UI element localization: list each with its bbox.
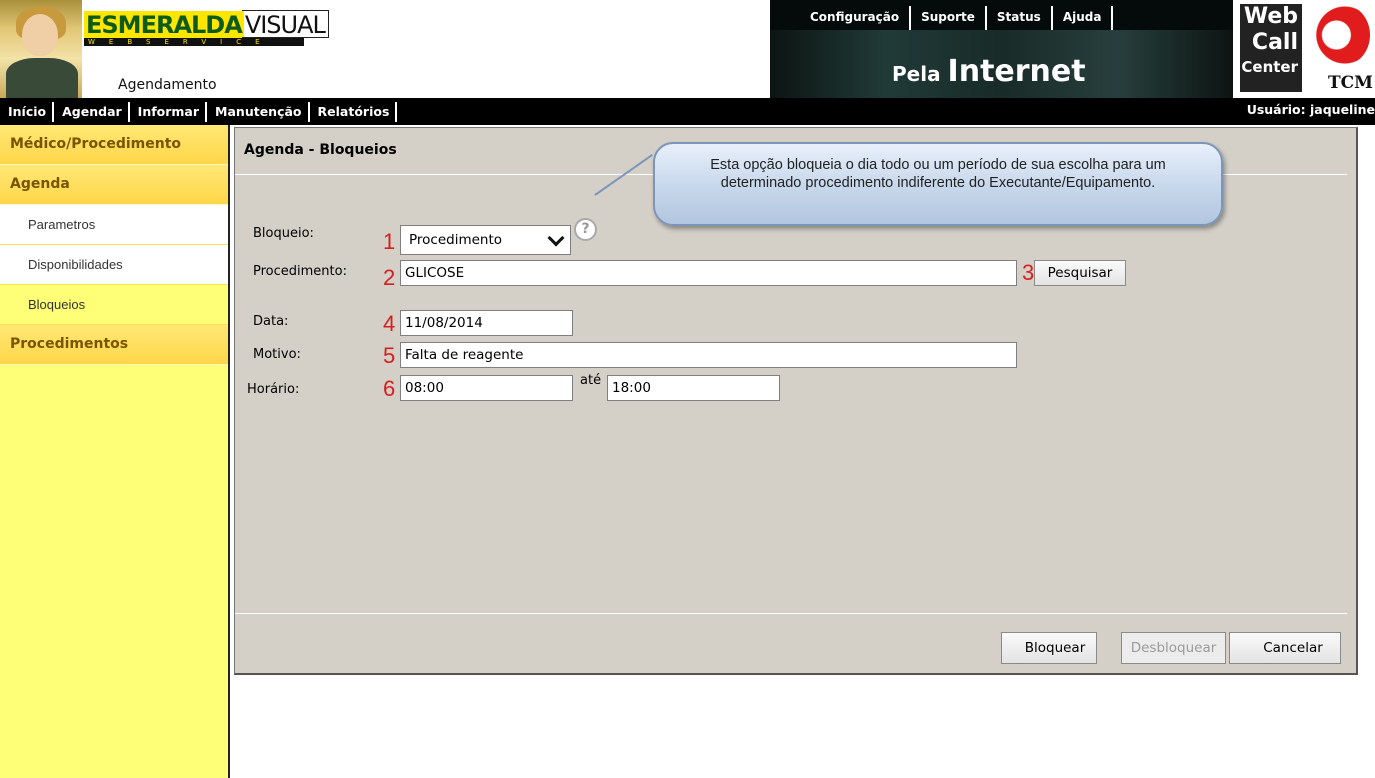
- brand-part2: VISUAL: [241, 10, 329, 39]
- marker-1: 1: [383, 229, 396, 254]
- motivo-field[interactable]: Falta de reagente: [400, 342, 1017, 368]
- banner-small: Pela: [892, 62, 941, 86]
- data-label: Data:: [253, 314, 289, 329]
- marker-4: 4: [383, 311, 396, 336]
- bloqueio-select[interactable]: Procedimento: [400, 225, 571, 255]
- brand-part1: ESMERALDA: [84, 11, 244, 39]
- webcall-center: Center: [1241, 58, 1298, 76]
- top-menu-ajuda[interactable]: Ajuda: [1053, 6, 1114, 30]
- sidebar-section-agenda[interactable]: Agenda: [0, 165, 228, 205]
- bloqueio-select-value: Procedimento: [409, 232, 503, 248]
- module-name: Agendamento: [118, 77, 217, 93]
- brand-logo: ESMERALDA VISUAL WEBSERVICE: [84, 10, 329, 48]
- marker-3: 3: [1022, 260, 1035, 285]
- sidebar-section-procedimentos[interactable]: Procedimentos: [0, 325, 228, 365]
- bloquear-label: Bloquear: [1024, 640, 1086, 656]
- sidebar-item-disponibilidades[interactable]: Disponibilidades: [0, 245, 228, 285]
- horario-inicio-field[interactable]: 08:00: [400, 375, 573, 401]
- content-panel: Agenda - Bloqueios Esta opção bloqueia o…: [234, 127, 1358, 675]
- marker-5: 5: [383, 343, 396, 368]
- bloqueio-label: Bloqueio:: [253, 226, 314, 241]
- banner-text: Pela Internet: [892, 54, 1086, 89]
- cancelar-button[interactable]: Cancelar: [1229, 632, 1341, 664]
- desbloquear-button[interactable]: Desbloquear: [1121, 632, 1226, 664]
- procedimento-field[interactable]: GLICOSE: [400, 260, 1017, 286]
- sidebar: Médico/Procedimento Agenda Parametros Di…: [0, 125, 230, 778]
- data-field[interactable]: 11/08/2014: [400, 310, 573, 336]
- webcall-web: Web: [1243, 4, 1298, 29]
- top-menu: Configuração Suporte Status Ajuda: [800, 6, 1114, 30]
- page-title: Agenda - Bloqueios: [244, 142, 397, 158]
- footer-divider: [235, 613, 1347, 614]
- top-menu-suporte[interactable]: Suporte: [911, 6, 987, 30]
- help-tooltip: Esta opção bloqueia o dia todo ou um per…: [653, 142, 1223, 226]
- nav-manutencao[interactable]: Manutenção: [207, 101, 310, 122]
- app-header: ESMERALDA VISUAL WEBSERVICE Agendamento P…: [0, 0, 1375, 98]
- nav-agendar[interactable]: Agendar: [54, 101, 130, 122]
- marker-6: 6: [383, 376, 396, 401]
- horario-fim-field[interactable]: 18:00: [607, 375, 780, 401]
- pesquisar-button[interactable]: Pesquisar: [1034, 260, 1126, 286]
- motivo-label: Motivo:: [253, 347, 301, 362]
- help-icon[interactable]: ?: [574, 218, 597, 241]
- cancelar-label: Cancelar: [1263, 640, 1323, 656]
- tcm-swirl-icon: [1314, 4, 1370, 66]
- logo-photo: [0, 0, 82, 98]
- chevron-down-icon: [547, 229, 565, 247]
- sidebar-item-parametros[interactable]: Parametros: [0, 205, 228, 245]
- nav-inicio[interactable]: Início: [0, 101, 55, 122]
- banner-big: Internet: [947, 54, 1086, 89]
- sidebar-item-bloqueios[interactable]: Bloqueios: [0, 285, 228, 325]
- ate-label: até: [580, 373, 602, 388]
- nav-informar[interactable]: Informar: [130, 101, 208, 122]
- webcall-logo: Web Call Center TCM: [1240, 0, 1375, 98]
- webcall-call: Call: [1251, 30, 1298, 55]
- top-menu-configuracao[interactable]: Configuração: [800, 6, 912, 30]
- tcm-label: TCM: [1328, 73, 1373, 93]
- horario-label: Horário:: [247, 382, 300, 397]
- marker-2: 2: [383, 265, 396, 290]
- main-nav: Início Agendar Informar Manutenção Relat…: [0, 98, 1375, 125]
- brand-stripe: WEBSERVICE: [84, 38, 304, 46]
- sidebar-section-medico-procedimento[interactable]: Médico/Procedimento: [0, 125, 228, 165]
- top-menu-status[interactable]: Status: [987, 6, 1053, 30]
- nav-relatorios[interactable]: Relatórios: [310, 101, 398, 122]
- user-label: Usuário: jaqueline: [1246, 102, 1375, 117]
- procedimento-label: Procedimento:: [253, 264, 347, 279]
- bloquear-button[interactable]: Bloquear: [1001, 632, 1097, 664]
